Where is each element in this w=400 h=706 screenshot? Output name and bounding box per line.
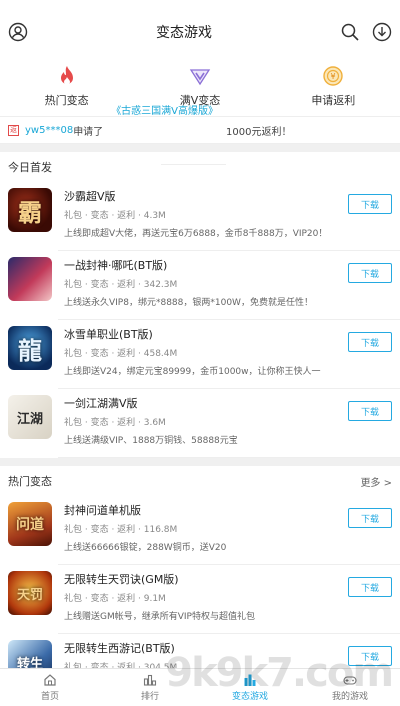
download-button[interactable]: 下载 (348, 577, 392, 597)
tab-label: 变态游戏 (231, 692, 268, 702)
tab-home[interactable]: 首页 (0, 669, 100, 706)
game-item[interactable]: 天罚 无限转生天罚诀(GM版) 礼包 · 变态 · 返利 · 9.1M 上线赠送… (0, 565, 400, 634)
notice-tail: 1000元返利！ (226, 126, 292, 138)
rebate-badge-icon: 返 (8, 124, 19, 136)
top-bar: 变态游戏 (0, 0, 400, 64)
download-button[interactable]: 下载 (348, 646, 392, 666)
game-item[interactable]: 一战封神·哪吒(BT版) 礼包 · 变态 · 返利 · 342.3M 上线送永久… (0, 251, 400, 320)
game-thumbnail: 霸 (8, 188, 52, 232)
tab-label: 我的游戏 (331, 692, 368, 702)
game-name: 一剑江湖满V版 (64, 397, 138, 410)
page-title: 变态游戏 (156, 25, 212, 41)
game-description: 上线即送V24，绑定元宝89999，金币1000w，让你称王快人一 (64, 367, 321, 377)
game-thumbnail: 问道 (8, 502, 52, 546)
game-meta: 礼包 · 变态 · 返利 · 9.1M (64, 594, 166, 604)
game-meta: 礼包 · 变态 · 返利 · 4.3M (64, 211, 166, 221)
gamepad-icon (343, 673, 357, 687)
section-title: 热门变态 (8, 475, 52, 488)
quicknav-rebate[interactable]: ¥ 申请返利 (273, 64, 393, 108)
more-link[interactable]: 更多 > (360, 474, 392, 489)
game-meta: 礼包 · 变态 · 返利 · 458.4M (64, 349, 178, 359)
tab-label: 排行 (140, 692, 159, 702)
svg-text:¥: ¥ (331, 72, 336, 81)
game-item[interactable]: 龍 冰雪单职业(BT版) 礼包 · 变态 · 返利 · 458.4M 上线即送V… (0, 320, 400, 389)
notice-user: yw5***08 (25, 124, 74, 136)
section-title: 今日首发 (8, 161, 52, 174)
game-item[interactable]: 问道 封神问道单机版 礼包 · 变态 · 返利 · 116.8M 上线送6666… (0, 496, 400, 565)
home-icon (43, 673, 57, 687)
game-meta: 礼包 · 变态 · 返利 · 3.6M (64, 418, 166, 428)
rebate-notice-bar[interactable]: 返 yw5***08 申请了 《古惑三国满V高爆版》 1000元返利！ (0, 106, 400, 165)
game-item[interactable]: 江湖 一剑江湖满V版 礼包 · 变态 · 返利 · 3.6M 上线送满级VIP、… (0, 389, 400, 458)
rebate-coin-icon: ¥ (321, 64, 345, 88)
download-button[interactable]: 下载 (348, 508, 392, 528)
game-name: 沙霸超V版 (64, 190, 116, 203)
game-bars-icon (243, 673, 257, 687)
download-button[interactable]: 下载 (348, 401, 392, 421)
download-button[interactable]: 下载 (348, 332, 392, 352)
quicknav-rebate-label: 申请返利 (311, 94, 356, 107)
download-manager-icon[interactable] (372, 22, 392, 42)
user-profile-icon[interactable] (8, 22, 28, 42)
game-thumbnail: 天罚 (8, 571, 52, 615)
game-name: 一战封神·哪吒(BT版) (64, 259, 168, 272)
quicknav-hot-label: 热门变态 (44, 94, 89, 107)
game-description: 上线送66666银锭，288W铜币，送V20 (64, 543, 227, 553)
game-description: 上线即成超V大佬，再送元宝6万6888，金币8千888万，VIP20！ (64, 229, 328, 239)
game-thumbnail: 龍 (8, 326, 52, 370)
tab-bt-games[interactable]: 变态游戏 (200, 669, 300, 706)
game-thumbnail (8, 257, 52, 301)
game-meta: 礼包 · 变态 · 返利 · 116.8M (64, 525, 178, 535)
download-button[interactable]: 下载 (348, 194, 392, 214)
search-icon[interactable] (340, 22, 360, 42)
ranking-icon (143, 673, 157, 687)
game-description: 上线赠送GM帐号，继承所有VIP特权与超值礼包 (64, 612, 255, 622)
section-hot-header: 热门变态 更多 > (0, 466, 400, 496)
game-name: 无限转生天罚诀(GM版) (64, 573, 179, 586)
v-badge-icon (188, 64, 212, 88)
bottom-tab-bar: 首页 排行 变态游戏 我的游戏 (0, 668, 400, 706)
tab-ranking[interactable]: 排行 (100, 669, 200, 706)
game-description: 上线送满级VIP、1888万铜钱、58888元宝 (64, 436, 238, 446)
notice-text: 申请了 (73, 126, 104, 138)
flame-icon (55, 64, 79, 88)
game-meta: 礼包 · 变态 · 返利 · 342.3M (64, 280, 178, 290)
tab-my-games[interactable]: 我的游戏 (300, 669, 400, 706)
game-thumbnail: 江湖 (8, 395, 52, 439)
notice-game: 《古惑三国满V高爆版》 (103, 96, 226, 165)
tab-label: 首页 (40, 692, 59, 702)
section-divider (0, 458, 400, 466)
game-item[interactable]: 霸 沙霸超V版 礼包 · 变态 · 返利 · 4.3M 上线即成超V大佬，再送元… (0, 182, 400, 251)
game-name: 无限转生西游记(BT版) (64, 642, 175, 655)
download-button[interactable]: 下载 (348, 263, 392, 283)
game-name: 冰雪单职业(BT版) (64, 328, 153, 341)
game-description: 上线送永久VIP8，绑元*8888，银两*100W，免费就是任性！ (64, 298, 313, 308)
game-name: 封神问道单机版 (64, 504, 141, 517)
